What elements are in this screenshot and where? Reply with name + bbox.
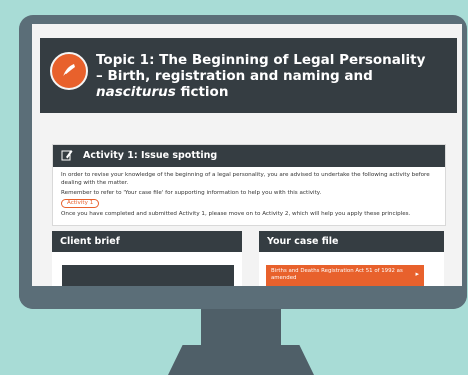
- client-brief-heading: Client brief: [60, 236, 120, 247]
- monitor-bezel: [19, 286, 467, 309]
- quill-pen-icon: [50, 52, 88, 90]
- activity-1-button[interactable]: Activity 1: [61, 199, 100, 208]
- topic-header: Topic 1: The Beginning of Legal Personal…: [40, 38, 457, 113]
- monitor-neck: [201, 309, 281, 351]
- client-brief-panel: Client brief: [52, 231, 242, 286]
- activity-body: In order to revise your knowledge of the…: [61, 171, 437, 220]
- title-italic: nasciturus: [96, 84, 176, 100]
- activity-paragraph-3: Once you have completed and submitted Ac…: [61, 211, 411, 217]
- activity-paragraph-2: Remember to refer to 'Your case file' fo…: [61, 190, 322, 196]
- activity-paragraph-1: In order to revise your knowledge of the…: [61, 172, 430, 186]
- arrow-right-icon: ▸: [415, 270, 419, 278]
- screen: Topic 1: The Beginning of Legal Personal…: [32, 24, 462, 286]
- case-file-heading: Your case file: [267, 236, 339, 247]
- case-file-item-label: Births and Deaths Registration Act 51 of…: [271, 268, 403, 281]
- case-file-panel: Your case file Births and Deaths Registr…: [259, 231, 444, 286]
- activity-header: Activity 1: Issue spotting: [53, 145, 445, 167]
- page-title: Topic 1: The Beginning of Legal Personal…: [96, 52, 436, 100]
- monitor-stand: [168, 345, 314, 375]
- case-file-header: Your case file: [259, 231, 444, 252]
- title-main: Topic 1: The Beginning of Legal Personal…: [96, 52, 426, 84]
- client-brief-header: Client brief: [52, 231, 242, 252]
- title-tail: fiction: [175, 84, 229, 100]
- activity-heading: Activity 1: Issue spotting: [83, 150, 218, 161]
- activity-panel: Activity 1: Issue spotting In order to r…: [52, 144, 446, 226]
- client-brief-media[interactable]: [62, 265, 234, 286]
- case-file-item[interactable]: Births and Deaths Registration Act 51 of…: [266, 265, 424, 286]
- pencil-edit-icon: [61, 149, 73, 164]
